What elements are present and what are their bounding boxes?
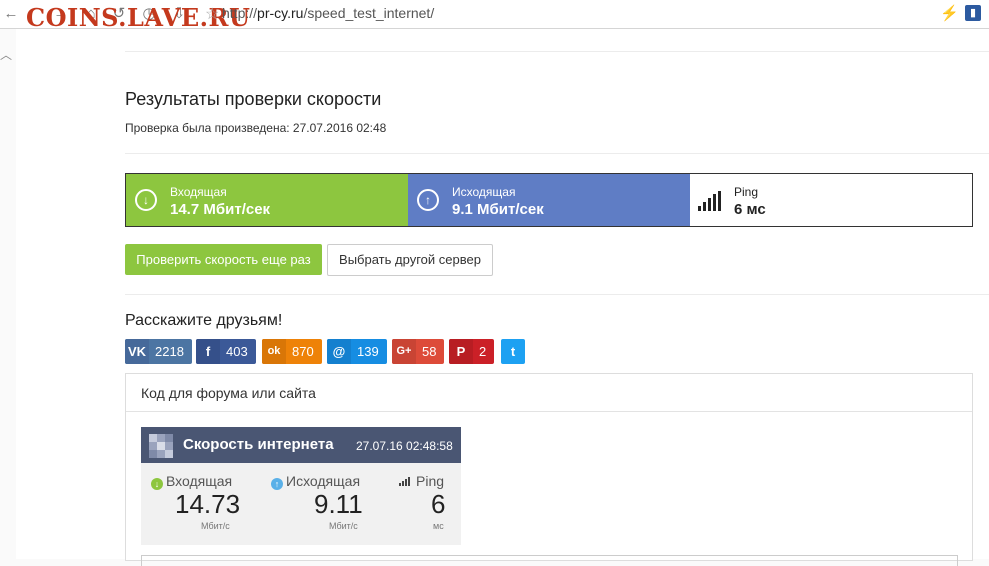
embed-panel-title: Код для форума или сайта bbox=[141, 385, 316, 401]
widget-upload: ↑ Исходящая 9.11 Мбит/с bbox=[271, 463, 371, 545]
widget-header: Скорость интернета 27.07.16 02:48:58 bbox=[141, 427, 461, 463]
share-pinterest-button[interactable]: P 2 bbox=[449, 339, 495, 364]
widget-ping-text: Ping bbox=[416, 473, 445, 489]
share-odnoklassniki-button[interactable]: ok 870 bbox=[262, 339, 322, 364]
upload-arrow-icon: ↑ bbox=[271, 478, 283, 490]
download-arrow-icon bbox=[135, 189, 157, 211]
upload-label: Исходящая bbox=[452, 185, 516, 199]
download-result: Входящая 14.7 Мбит/сек bbox=[126, 174, 408, 226]
odnoklassniki-icon: ok bbox=[262, 339, 286, 364]
upload-value: 9.1 Мбит/сек bbox=[452, 201, 544, 218]
widget-download-value: 14.73 bbox=[175, 489, 241, 519]
upload-arrow-icon bbox=[417, 189, 439, 211]
divider bbox=[125, 294, 989, 295]
widget-body: ↓ Входящая 14.73 Мбит/с ↑ Исходящая 9.11 М… bbox=[141, 463, 461, 545]
share-count: 403 bbox=[226, 344, 248, 359]
lightning-extension-icon[interactable]: ⚡ bbox=[940, 4, 959, 22]
widget-ping-unit: мс bbox=[433, 521, 444, 531]
url-scheme: http:// bbox=[222, 5, 258, 21]
widget-upload-label: ↑ Исходящая bbox=[271, 473, 360, 490]
widget-date: 27.07.16 02:48:58 bbox=[356, 439, 453, 453]
ping-result: Ping 6 мс bbox=[690, 174, 972, 226]
moimir-icon: @ bbox=[327, 339, 351, 364]
widget-download-text: Входящая bbox=[166, 473, 233, 489]
ping-label: Ping bbox=[734, 185, 759, 199]
widget-ping-label: Ping bbox=[399, 473, 444, 489]
widget-upload-text: Исходящая bbox=[286, 473, 361, 489]
address-bar[interactable]: http://pr-cy.ru/speed_test_internet/ bbox=[222, 5, 434, 21]
share-moimir-button[interactable]: @ 139 bbox=[327, 339, 387, 364]
embed-code-panel: Код для форума или сайта Скорость интерн… bbox=[125, 373, 973, 566]
collapse-chevron-icon[interactable]: ︿ bbox=[0, 46, 12, 63]
pinterest-icon: P bbox=[449, 339, 473, 364]
widget-ping-value: 6 bbox=[431, 489, 446, 519]
share-count: 870 bbox=[292, 344, 314, 359]
speed-results-bar: Входящая 14.7 Мбит/сек Исходящая 9.1 Мби… bbox=[125, 173, 973, 227]
ping-value: 6 мс bbox=[734, 201, 766, 218]
retest-button[interactable]: Проверить скорость еще раз bbox=[125, 244, 322, 275]
download-label: Входящая bbox=[170, 185, 227, 199]
share-title: Расскажите друзьям! bbox=[125, 312, 283, 329]
book-extension-icon[interactable]: ▮ bbox=[965, 5, 981, 21]
download-value: 14.7 Мбит/сек bbox=[170, 201, 271, 218]
widget-download-unit: Мбит/с bbox=[201, 521, 230, 531]
upload-result: Исходящая 9.1 Мбит/сек bbox=[408, 174, 690, 226]
widget-ping: Ping 6 мс bbox=[399, 463, 454, 545]
test-date: Проверка была произведена: 27.07.2016 02… bbox=[125, 121, 387, 135]
page-title: Результаты проверки скорости bbox=[125, 89, 382, 109]
share-vk-button[interactable]: VK 2218 bbox=[125, 339, 192, 364]
share-count: 58 bbox=[422, 344, 437, 359]
embed-code-textarea[interactable] bbox=[141, 555, 958, 566]
share-count: 2 bbox=[479, 344, 487, 359]
download-arrow-icon: ↓ bbox=[151, 478, 163, 490]
signal-bars-icon bbox=[399, 476, 413, 486]
browser-toolbar: ← → ⌂ ↺ ◷ ⇩ COINS.LAVE.RU ☆ http://pr-cy… bbox=[0, 0, 989, 32]
widget-upload-unit: Мбит/с bbox=[329, 521, 358, 531]
embed-panel-header: Код для форума или сайта bbox=[126, 374, 972, 412]
speed-widget-preview: Скорость интернета 27.07.16 02:48:58 ↓ Вх… bbox=[141, 427, 461, 545]
googleplus-icon: G+ bbox=[392, 339, 416, 364]
site-logo-icon bbox=[149, 434, 173, 458]
bookmark-star-icon[interactable]: ☆ bbox=[205, 4, 219, 24]
vk-icon: VK bbox=[125, 339, 149, 364]
divider bbox=[125, 153, 989, 154]
url-host: pr-cy.ru bbox=[257, 5, 304, 21]
share-facebook-button[interactable]: f 403 bbox=[196, 339, 256, 364]
share-googleplus-button[interactable]: G+ 58 bbox=[392, 339, 445, 364]
share-count: 2218 bbox=[155, 344, 184, 359]
back-icon[interactable]: ← bbox=[2, 5, 20, 23]
divider bbox=[125, 51, 989, 52]
widget-title: Скорость интернета bbox=[183, 436, 334, 453]
url-path: /speed_test_internet/ bbox=[303, 5, 435, 21]
facebook-icon: f bbox=[196, 339, 220, 364]
change-server-button[interactable]: Выбрать другой сервер bbox=[327, 244, 493, 276]
share-count: 139 bbox=[357, 344, 379, 359]
widget-download-label: ↓ Входящая bbox=[151, 473, 232, 490]
widget-upload-value: 9.11 bbox=[314, 489, 363, 519]
signal-bars-icon bbox=[698, 191, 724, 211]
twitter-icon: t bbox=[501, 339, 525, 364]
share-twitter-button[interactable]: t bbox=[501, 339, 525, 364]
widget-download: ↓ Входящая 14.73 Мбит/с bbox=[151, 463, 251, 545]
